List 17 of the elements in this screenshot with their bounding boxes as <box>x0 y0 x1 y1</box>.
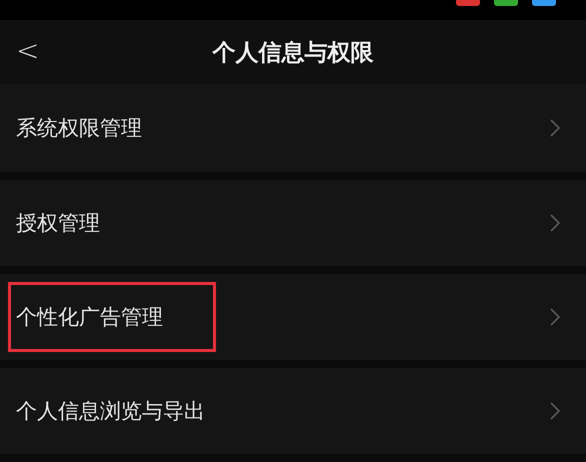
page-title: 个人信息与权限 <box>212 38 374 68</box>
settings-row[interactable]: 个人信息浏览与导出 <box>0 368 586 454</box>
settings-row[interactable]: 个性化广告管理 <box>0 274 586 360</box>
row-label: 个性化广告管理 <box>8 282 216 352</box>
chevron-icon <box>550 119 560 137</box>
chevron-icon <box>550 214 560 232</box>
row-label: 系统权限管理 <box>15 115 143 142</box>
settings-row[interactable]: 授权管理 <box>0 180 586 266</box>
settings-row[interactable]: 系统权限管理 <box>0 84 586 172</box>
status-icon <box>456 0 480 6</box>
chevron-icon <box>550 402 560 420</box>
row-label: 授权管理 <box>15 210 101 237</box>
status-icon <box>532 0 556 6</box>
row-label: 个人信息浏览与导出 <box>15 398 206 425</box>
status-icon <box>494 0 518 6</box>
chevron-icon <box>550 308 560 326</box>
back-button[interactable]: < <box>10 34 46 67</box>
